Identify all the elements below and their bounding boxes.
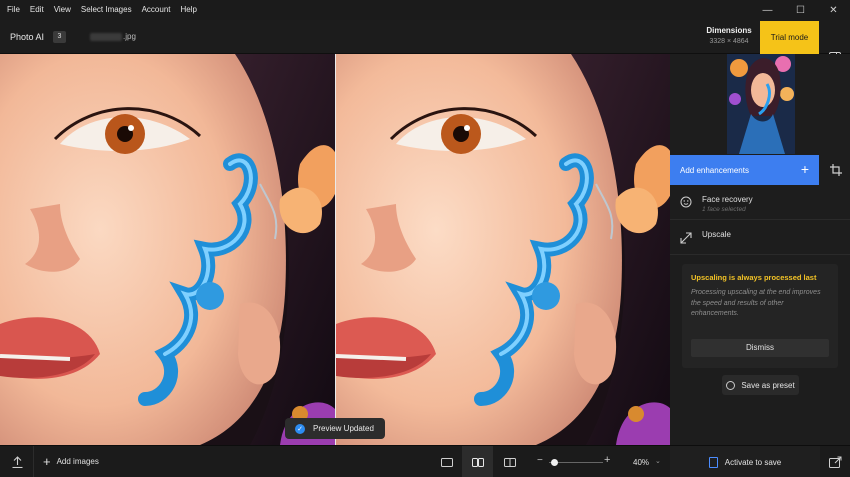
trial-mode-button[interactable]: Trial mode bbox=[760, 21, 819, 54]
zoom-slider-handle[interactable] bbox=[550, 459, 558, 466]
notice-body: Processing upscaling at the end improves… bbox=[691, 289, 821, 317]
dimensions-value: 3328 × 4864 bbox=[709, 38, 749, 45]
minimize-button[interactable]: — bbox=[751, 0, 784, 20]
add-enhancements-button[interactable]: Add enhancements + bbox=[670, 155, 819, 185]
side-by-side-icon bbox=[471, 457, 484, 467]
divider bbox=[670, 254, 850, 255]
split-view-icon bbox=[503, 457, 516, 467]
enhancement-title: Face recovery bbox=[702, 195, 753, 204]
enhancement-title: Upscale bbox=[702, 230, 731, 239]
add-images-label: Add images bbox=[56, 457, 99, 466]
menu-bar: File Edit View Select Images Account Hel… bbox=[0, 0, 850, 20]
side-by-side-view-button[interactable] bbox=[462, 446, 493, 477]
image-thumbnail[interactable] bbox=[727, 54, 795, 154]
save-as-preset-label: Save as preset bbox=[741, 380, 795, 390]
upscale-notice: Upscaling is always processed last Proce… bbox=[682, 264, 838, 368]
single-view-icon bbox=[440, 457, 453, 467]
split-view-button[interactable] bbox=[494, 446, 525, 477]
app-name: Photo AI bbox=[10, 32, 45, 42]
face-icon bbox=[680, 196, 692, 208]
plus-icon: + bbox=[800, 161, 809, 177]
zoom-level[interactable]: 40% bbox=[633, 458, 649, 467]
upload-icon[interactable] bbox=[9, 454, 25, 470]
enhanced-preview bbox=[336, 54, 670, 445]
divider bbox=[33, 446, 34, 477]
image-canvas[interactable] bbox=[0, 54, 670, 445]
filename-extension: .jpg bbox=[123, 32, 136, 41]
dimensions-label: Dimensions bbox=[706, 26, 752, 35]
enhancement-face-recovery[interactable]: Face recovery 1 face selected bbox=[670, 190, 850, 216]
enhancement-upscale[interactable]: Upscale bbox=[670, 226, 850, 252]
portrait-image-original bbox=[0, 54, 335, 445]
toast-text: Preview Updated bbox=[313, 424, 374, 433]
add-images-button[interactable]: + Add images bbox=[43, 454, 99, 469]
window-controls: — ☐ ✕ bbox=[751, 0, 850, 20]
enhancement-subtitle: 1 face selected bbox=[702, 206, 746, 213]
menu-help[interactable]: Help bbox=[176, 0, 202, 20]
preset-icon bbox=[726, 380, 736, 390]
image-count-badge: 3 bbox=[53, 31, 66, 43]
activate-label: Activate to save bbox=[724, 457, 782, 467]
export-icon[interactable] bbox=[820, 446, 850, 477]
filename-redacted bbox=[90, 32, 122, 41]
preview-updated-toast: ✓ Preview Updated bbox=[285, 418, 385, 439]
maximize-button[interactable]: ☐ bbox=[784, 0, 817, 20]
thumbnail-image bbox=[727, 54, 795, 154]
menu-edit[interactable]: Edit bbox=[25, 0, 49, 20]
expand-icon bbox=[680, 232, 692, 244]
plus-icon: + bbox=[43, 454, 51, 469]
menu-account[interactable]: Account bbox=[137, 0, 176, 20]
single-view-button[interactable] bbox=[431, 446, 462, 477]
check-circle-icon: ✓ bbox=[295, 423, 305, 434]
save-as-preset-button[interactable]: Save as preset bbox=[722, 375, 799, 395]
add-enhancements-label: Add enhancements bbox=[680, 165, 749, 175]
dismiss-button[interactable]: Dismiss bbox=[691, 339, 829, 357]
dimensions-readout: Dimensions 3328 × 4864 bbox=[700, 26, 758, 47]
filename: .jpg bbox=[90, 32, 136, 41]
chevron-down-icon[interactable]: ⌄ bbox=[655, 457, 661, 465]
menu-select-images[interactable]: Select Images bbox=[76, 0, 137, 20]
toolbar: Photo AI 3 .jpg Dimensions 3328 × 4864 bbox=[0, 20, 850, 64]
notice-title: Upscaling is always processed last bbox=[691, 273, 817, 282]
menu-view[interactable]: View bbox=[49, 0, 76, 20]
close-button[interactable]: ✕ bbox=[817, 0, 850, 20]
portrait-image-enhanced bbox=[336, 54, 670, 445]
original-preview bbox=[0, 54, 335, 445]
divider bbox=[670, 219, 850, 220]
activate-to-save-button[interactable]: Activate to save bbox=[670, 446, 820, 477]
save-icon bbox=[708, 456, 718, 468]
zoom-in-button[interactable]: + bbox=[604, 454, 610, 466]
bottom-bar: + Add images − + 40% ⌄ Activate to save bbox=[0, 445, 850, 477]
crop-icon[interactable] bbox=[822, 155, 850, 185]
zoom-out-button[interactable]: − bbox=[537, 455, 543, 466]
enhancements-panel: Add enhancements + Face recovery 1 face … bbox=[670, 54, 850, 445]
menu-file[interactable]: File bbox=[0, 0, 25, 20]
